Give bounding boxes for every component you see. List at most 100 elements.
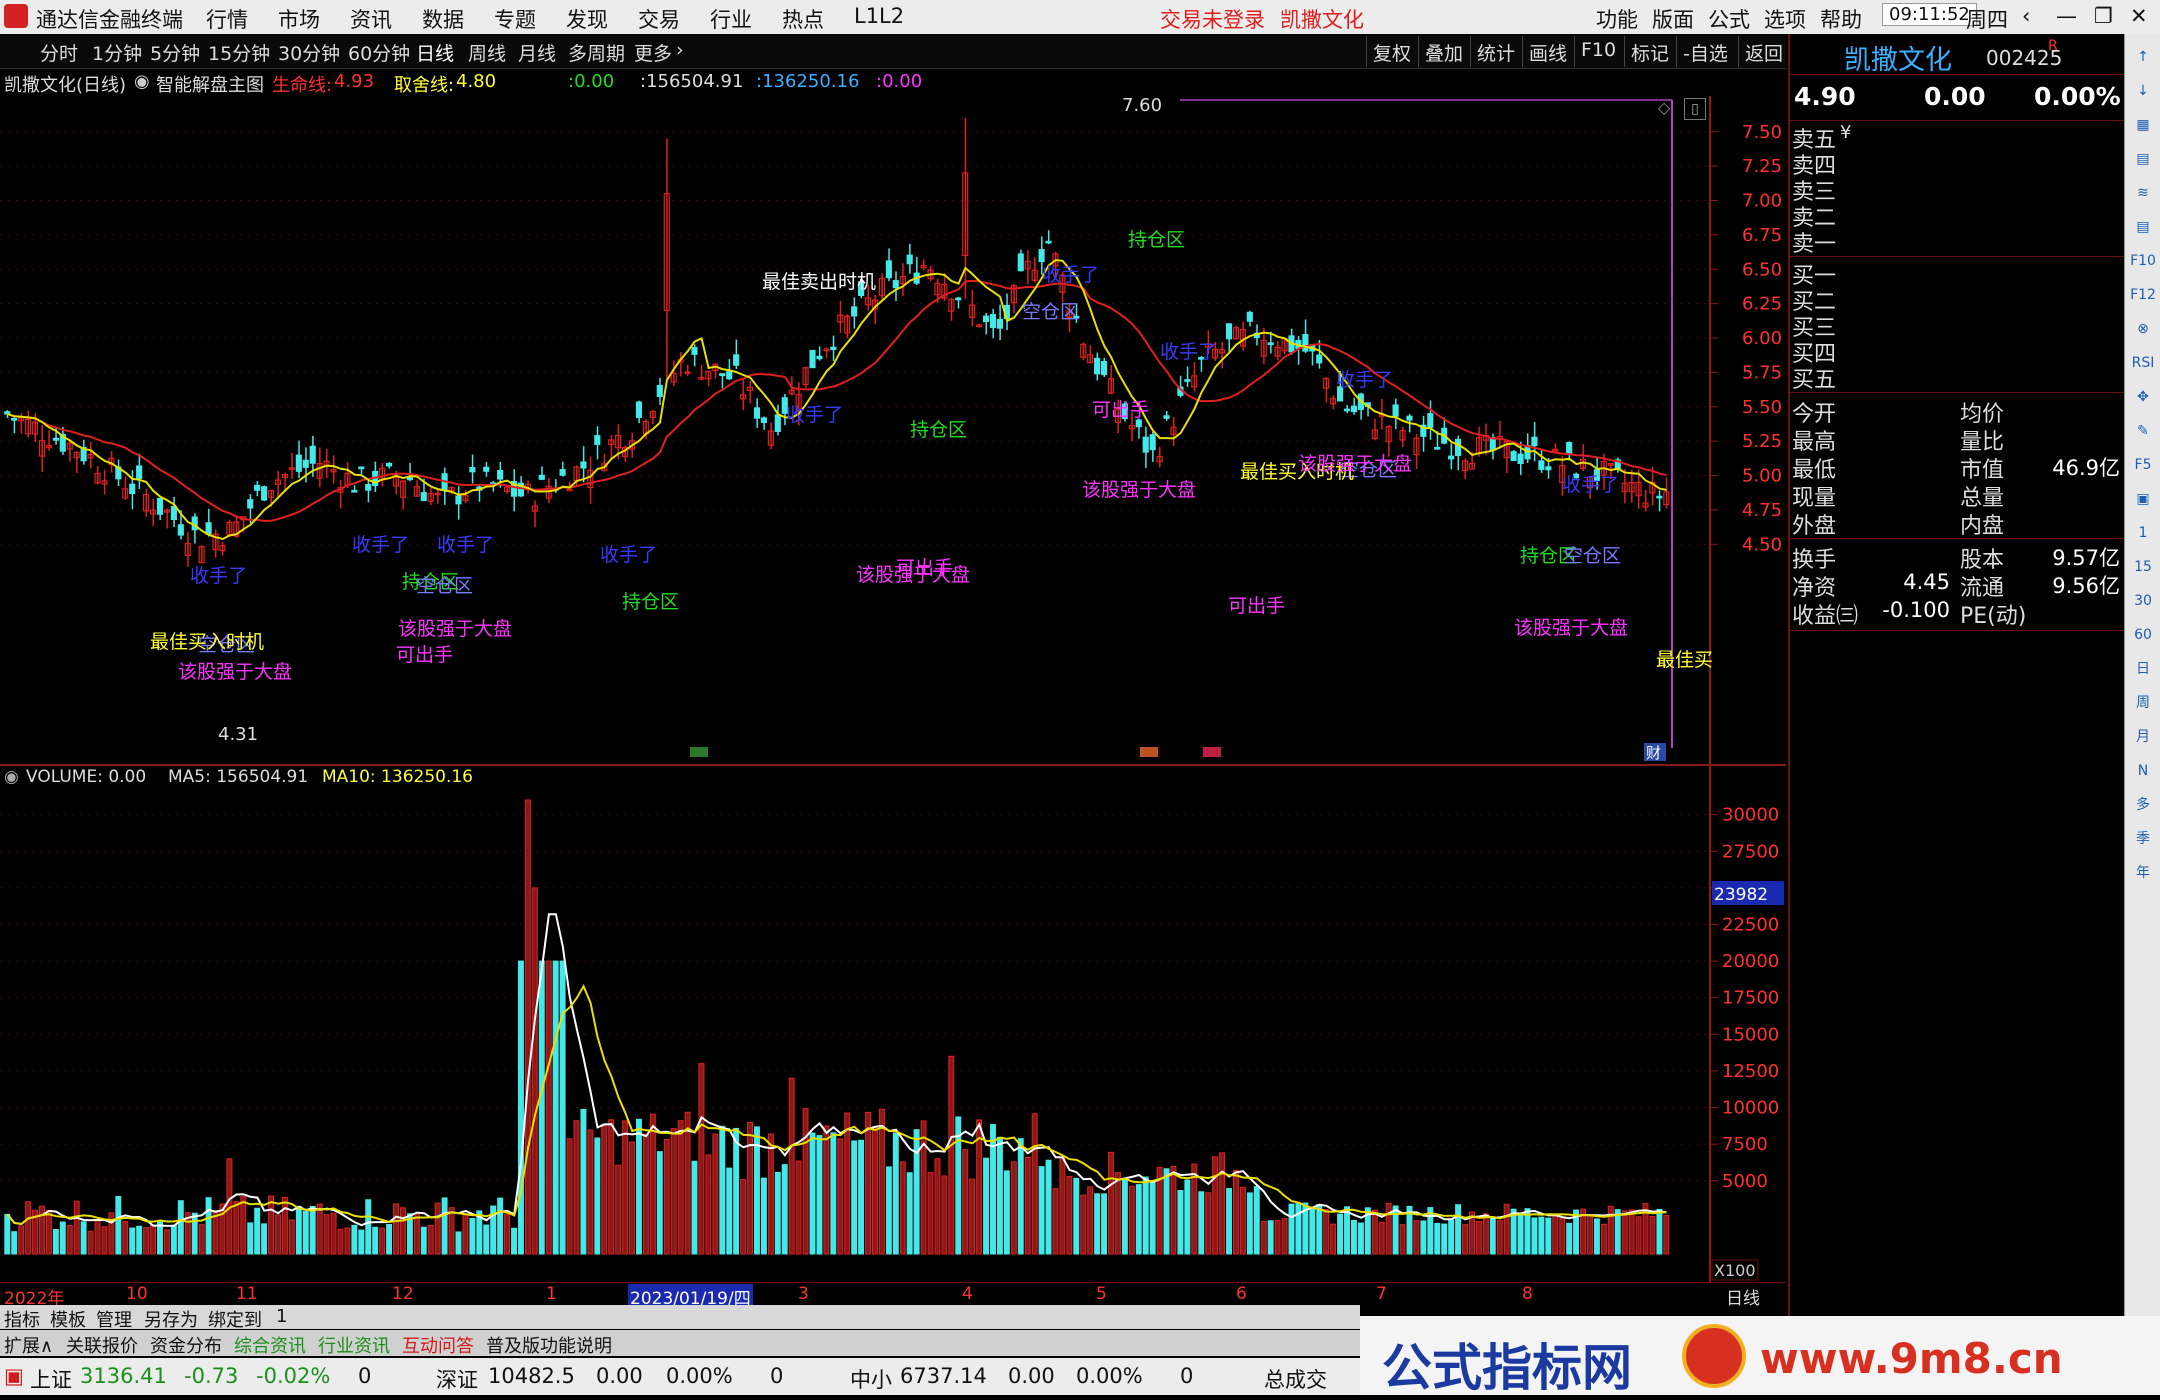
menu-news[interactable]: 资讯 — [350, 4, 392, 34]
menu-trade[interactable]: 交易 — [638, 4, 680, 34]
side-tool-icon[interactable]: F5 — [2130, 452, 2156, 478]
side-tool-icon[interactable]: ⊗ — [2130, 316, 2156, 342]
side-tool-icon[interactable]: 30 — [2130, 588, 2156, 614]
tab-indicator[interactable]: 指标 — [4, 1306, 40, 1332]
maximize-icon[interactable]: ❐ — [2094, 4, 2113, 28]
candle-body — [455, 495, 462, 505]
side-tool-icon[interactable]: 年 — [2130, 860, 2156, 886]
menu-formula[interactable]: 公式 — [1708, 4, 1750, 34]
side-tool-icon[interactable]: ✎ — [2130, 418, 2156, 444]
tab-monthly[interactable]: 月线 — [518, 39, 556, 66]
tab-industry-news[interactable]: 行业资讯 — [318, 1332, 390, 1358]
price-chart-panel[interactable]: 7.50 7.25 7.00 6.75 6.50 6.25 6.00 5.75 5.50 5.25… — [0, 95, 1786, 766]
index2-name[interactable]: 深证 — [436, 1364, 478, 1394]
more-chevron-icon[interactable]: › — [676, 39, 684, 61]
side-tool-icon[interactable]: ▤ — [2130, 214, 2156, 240]
mark-button[interactable]: 标记 — [1624, 36, 1675, 67]
menu-options[interactable]: 选项 — [1764, 4, 1806, 34]
return-button[interactable]: 返回 — [1738, 36, 1789, 67]
side-tool-icon[interactable]: N — [2130, 758, 2156, 784]
event-tag-marker[interactable] — [1203, 747, 1221, 757]
tab-30min[interactable]: 30分钟 — [278, 39, 340, 66]
menu-discover[interactable]: 发现 — [566, 4, 608, 34]
tab-weekly[interactable]: 周线 — [468, 39, 506, 66]
side-tool-icon[interactable]: ✥ — [2130, 384, 2156, 410]
back-arrow-icon[interactable]: ‹ — [2022, 4, 2030, 28]
side-tool-icon[interactable]: RSI — [2130, 350, 2156, 376]
diamond-icon[interactable]: ◇ — [1658, 98, 1670, 117]
tab-manage[interactable]: 管理 — [96, 1306, 132, 1332]
event-tag-marker[interactable] — [1140, 747, 1158, 757]
indicator-name[interactable]: 智能解盘主图 — [156, 71, 264, 97]
tab-related-quotes[interactable]: 关联报价 — [66, 1332, 138, 1358]
side-tool-icon[interactable]: 15 — [2130, 554, 2156, 580]
side-tool-icon[interactable]: 日 — [2130, 656, 2156, 682]
tab-daily[interactable]: 日线 — [416, 39, 454, 66]
tab-feature-guide[interactable]: 普及版功能说明 — [486, 1332, 612, 1358]
tab-expand[interactable]: 扩展∧ — [4, 1332, 53, 1358]
close-icon[interactable]: ✕ — [2130, 4, 2148, 28]
tab-fund-distribution[interactable]: 资金分布 — [150, 1332, 222, 1358]
draw-button[interactable]: 画线 — [1522, 36, 1573, 67]
minimize-icon[interactable]: — — [2056, 4, 2077, 28]
tab-5min[interactable]: 5分钟 — [150, 39, 200, 66]
index1-name[interactable]: 上证 — [30, 1364, 72, 1394]
overlay-button[interactable]: 叠加 — [1418, 36, 1469, 67]
side-tool-icon[interactable]: ▤ — [2130, 146, 2156, 172]
menu-function[interactable]: 功能 — [1596, 4, 1638, 34]
candle-body — [580, 461, 587, 469]
tab-60min[interactable]: 60分钟 — [348, 39, 410, 66]
side-tool-icon[interactable]: F10 — [2130, 248, 2156, 274]
adjust-button[interactable]: 复权 — [1366, 36, 1417, 67]
side-tool-icon[interactable]: ▣ — [2130, 486, 2156, 512]
tab-save-as[interactable]: 另存为 — [144, 1306, 198, 1332]
tab-more[interactable]: 更多 — [634, 39, 672, 66]
tab-number[interactable]: 1 — [276, 1306, 287, 1327]
volume-panel[interactable]: 3000027500250002250020000175001500012500… — [0, 766, 1786, 1282]
watchlist-button[interactable]: -自选 — [1676, 36, 1734, 67]
volume-bar — [1566, 1222, 1573, 1255]
event-tag-finance[interactable]: 财 — [1646, 744, 1661, 762]
tab-qa[interactable]: 互动问答 — [402, 1332, 474, 1358]
menu-hot[interactable]: 热点 — [782, 4, 824, 34]
side-tool-icon[interactable]: 月 — [2130, 724, 2156, 750]
side-tool-icon[interactable]: F12 — [2130, 282, 2156, 308]
menu-data[interactable]: 数据 — [422, 4, 464, 34]
volume-toggle-icon[interactable]: ◉ — [4, 767, 19, 787]
index3-name[interactable]: 中小 — [850, 1364, 892, 1394]
side-tool-icon[interactable]: 季 — [2130, 826, 2156, 852]
tab-intraday[interactable]: 分时 — [40, 39, 78, 66]
indicator-info-line: 凯撒文化(日线) ◉ 智能解盘主图 生命线: 4.93 取舍线: 4.80 :0… — [0, 68, 1786, 96]
tab-15min[interactable]: 15分钟 — [208, 39, 270, 66]
menu-layout[interactable]: 版面 — [1652, 4, 1694, 34]
volume-ma5: MA5: 156504.91 — [168, 767, 308, 787]
menu-market[interactable]: 市场 — [278, 4, 320, 34]
f10-button[interactable]: F10 — [1574, 36, 1622, 67]
tab-general-news[interactable]: 综合资讯 — [234, 1332, 306, 1358]
side-tool-icon[interactable]: 60 — [2130, 622, 2156, 648]
tab-1min[interactable]: 1分钟 — [92, 39, 142, 66]
volume-bar — [143, 1227, 150, 1255]
side-tool-icon[interactable]: 多 — [2130, 792, 2156, 818]
panel-toggle-icon[interactable]: ▯ — [1684, 98, 1706, 120]
tab-bind-to[interactable]: 绑定到 — [208, 1306, 262, 1332]
side-tool-icon[interactable]: 1 — [2130, 520, 2156, 546]
tab-multi-period[interactable]: 多周期 — [568, 39, 625, 66]
menu-help[interactable]: 帮助 — [1820, 4, 1862, 34]
stats-button[interactable]: 统计 — [1470, 36, 1521, 67]
login-status[interactable]: 交易未登录 — [1160, 4, 1265, 34]
price-chart-svg[interactable]: 7.50 7.25 7.00 6.75 6.50 6.25 6.00 5.75 5.50 5.25… — [0, 95, 1786, 764]
side-tool-icon[interactable]: ↓ — [2130, 78, 2156, 104]
volume-chart-svg[interactable]: 3000027500250002250020000175001500012500… — [0, 766, 1786, 1282]
menu-l1l2[interactable]: L1L2 — [854, 4, 904, 28]
side-tool-icon[interactable]: ≋ — [2130, 180, 2156, 206]
side-tool-icon[interactable]: ▦ — [2130, 112, 2156, 138]
side-tool-icon[interactable]: ↑ — [2130, 44, 2156, 70]
indicator-toggle-icon[interactable]: ◉ — [134, 71, 150, 92]
menu-industry[interactable]: 行业 — [710, 4, 752, 34]
menu-quotes[interactable]: 行情 — [206, 4, 248, 34]
menu-topics[interactable]: 专题 — [494, 4, 536, 34]
side-tool-icon[interactable]: 周 — [2130, 690, 2156, 716]
tab-template[interactable]: 模板 — [50, 1306, 86, 1332]
event-tag-marker[interactable] — [690, 747, 708, 757]
